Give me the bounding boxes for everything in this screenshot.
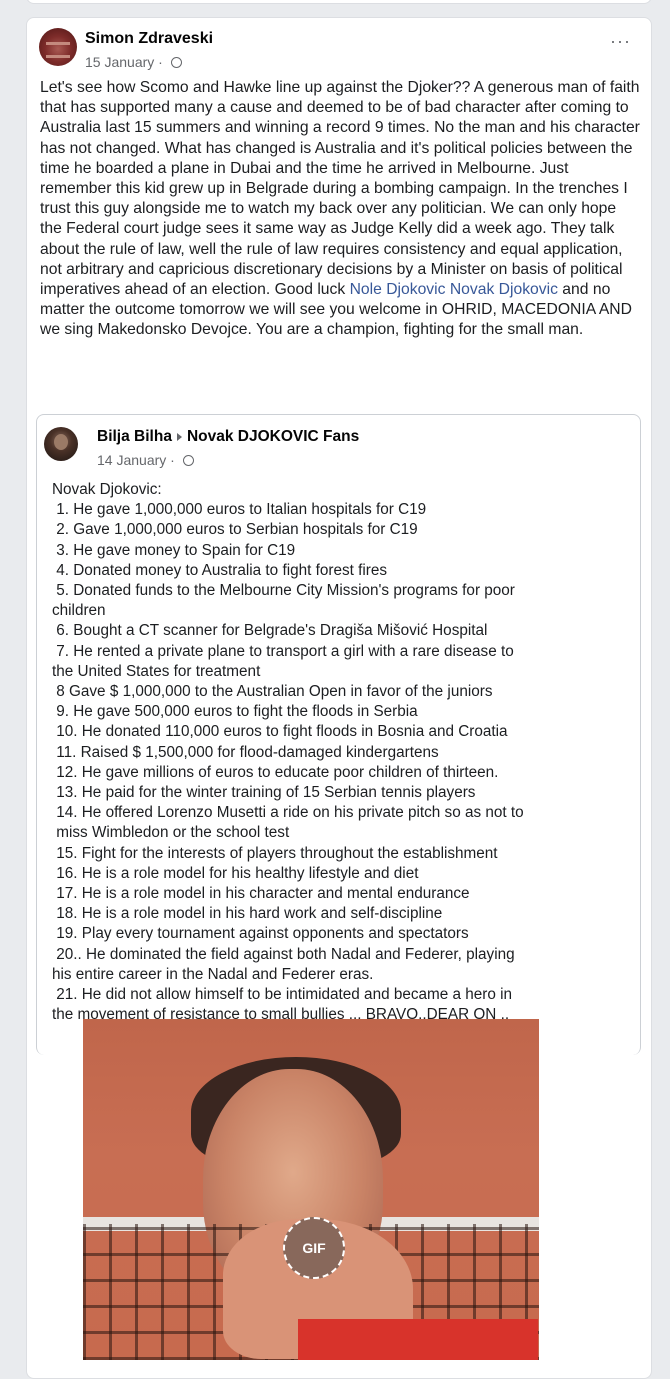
meta-separator: · (158, 54, 163, 70)
shared-text-line: Novak Djokovic: (52, 481, 162, 498)
shared-text-line: his entire career in the Nadal and Feder… (52, 965, 374, 983)
shared-text-line: 14. He offered Lorenzo Musetti a ride on… (52, 804, 524, 822)
shared-text-line: 15. Fight for the interests of players t… (52, 844, 498, 862)
shared-post-date[interactable]: 14 January (97, 452, 166, 468)
shared-text-line: 7. He rented a private plane to transpor… (52, 642, 514, 660)
post-author-name[interactable]: Simon Zdraveski (85, 30, 213, 48)
shared-text-line: 10. He donated 110,000 euros to fight fl… (52, 723, 508, 741)
more-options-icon[interactable]: ··· (610, 32, 631, 50)
shared-text-line: 5. Donated funds to the Melbourne City M… (52, 582, 515, 600)
shared-text-line: 20.. He dominated the field against both… (52, 945, 515, 963)
shared-author-name[interactable]: Bilja Bilha (97, 428, 172, 445)
shared-text-line: 19. Play every tournament against oppone… (52, 925, 469, 943)
shared-post-meta: 14 January · (97, 452, 194, 468)
gif-media[interactable]: GIF (83, 1019, 539, 1360)
tagged-profile-link[interactable]: Nole Djokovic Novak Djokovic (350, 281, 558, 298)
globe-icon (182, 454, 194, 466)
shared-post-header: Bilja Bilha Novak DJOKOVIC Fans (97, 428, 359, 446)
shared-text-line: 6. Bought a CT scanner for Belgrade's Dr… (52, 622, 488, 640)
shared-text-line: 8 Gave $ 1,000,000 to the Australian Ope… (52, 683, 493, 701)
shared-text-line: 18. He is a role model in his hard work … (52, 905, 443, 923)
shared-text-line: 21. He did not allow himself to be intim… (52, 986, 513, 1004)
gif-play-badge[interactable]: GIF (283, 1217, 345, 1279)
shared-text-line: 4. Donated money to Australia to fight f… (52, 561, 388, 579)
shared-text-line: 3. He gave money to Spain for C19 (52, 541, 296, 559)
post-text: Let's see how Scomo and Hawke line up ag… (40, 78, 642, 341)
shared-text-line: 16. He is a role model for his healthy l… (52, 864, 419, 882)
author-avatar[interactable] (39, 28, 77, 66)
shared-post[interactable]: Bilja Bilha Novak DJOKOVIC Fans 14 Januar… (36, 414, 641, 1055)
shared-text-line: 1. He gave 1,000,000 euros to Italian ho… (52, 501, 427, 519)
shared-text-line: 12. He gave millions of euros to educate… (52, 763, 499, 781)
shared-text-line: 13. He paid for the winter training of 1… (52, 784, 476, 802)
previous-post-card (26, 0, 652, 4)
shared-text-line: 17. He is a role model in his character … (52, 885, 470, 903)
shared-text-line: 2. Gave 1,000,000 euros to Serbian hospi… (52, 521, 418, 539)
globe-icon (170, 56, 182, 68)
shared-group-name[interactable]: Novak DJOKOVIC Fans (187, 428, 359, 445)
arrow-right-icon (176, 433, 182, 441)
post-date[interactable]: 15 January (85, 54, 154, 70)
shared-text-line: the United States for treatment (52, 662, 261, 680)
post-meta: 15 January · (85, 54, 182, 70)
gif-shirt (298, 1319, 538, 1360)
meta-separator: · (170, 452, 175, 468)
shared-text-line: 9. He gave 500,000 euros to fight the fl… (52, 703, 418, 721)
shared-text-line: miss Wimbledon or the school test (52, 824, 290, 842)
shared-text-line: children (52, 602, 106, 620)
shared-author-avatar[interactable] (44, 427, 78, 461)
shared-text-line: 11. Raised $ 1,500,000 for flood-damaged… (52, 743, 439, 761)
shared-post-text: Novak Djokovic: 1. He gave 1,000,000 eur… (52, 480, 642, 1025)
post-text-part1: Let's see how Scomo and Hawke line up ag… (40, 79, 640, 299)
